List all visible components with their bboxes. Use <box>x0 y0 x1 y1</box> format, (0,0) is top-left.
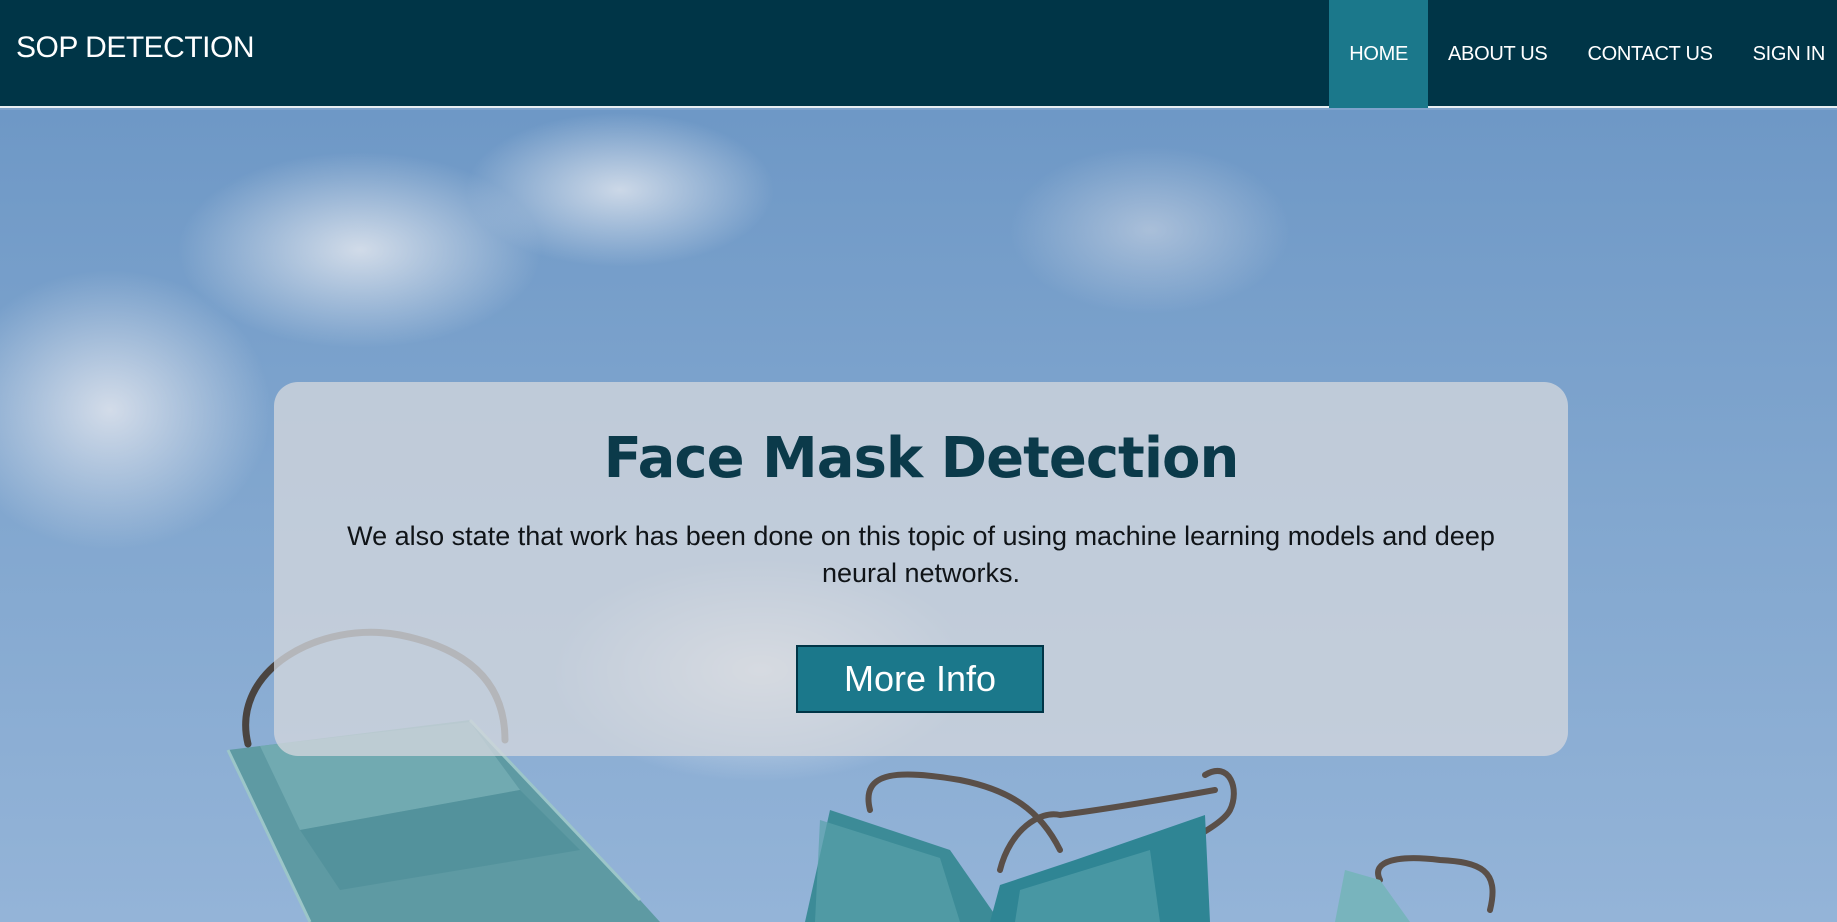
hero-description: We also state that work has been done on… <box>347 521 1495 588</box>
hero-card: Face Mask Detection We also state that w… <box>274 382 1568 756</box>
nav-sign-in[interactable]: SIGN IN <box>1733 0 1837 108</box>
top-navbar: SOP DETECTION HOME ABOUT US CONTACT US S… <box>0 0 1837 108</box>
hero-title: Face Mask Detection <box>603 426 1240 491</box>
main-nav: HOME ABOUT US CONTACT US SIGN IN <box>1329 0 1837 108</box>
face-mask-right-image <box>1335 855 1496 922</box>
face-mask-middle-image <box>805 767 1237 922</box>
more-info-button[interactable]: More Info <box>796 645 1044 713</box>
nav-home[interactable]: HOME <box>1329 0 1428 108</box>
nav-about-us[interactable]: ABOUT US <box>1428 0 1567 108</box>
hero-section: Face Mask Detection We also state that w… <box>0 110 1837 922</box>
brand-logo-text[interactable]: SOP DETECTION <box>16 31 254 65</box>
nav-contact-us[interactable]: CONTACT US <box>1567 0 1732 108</box>
